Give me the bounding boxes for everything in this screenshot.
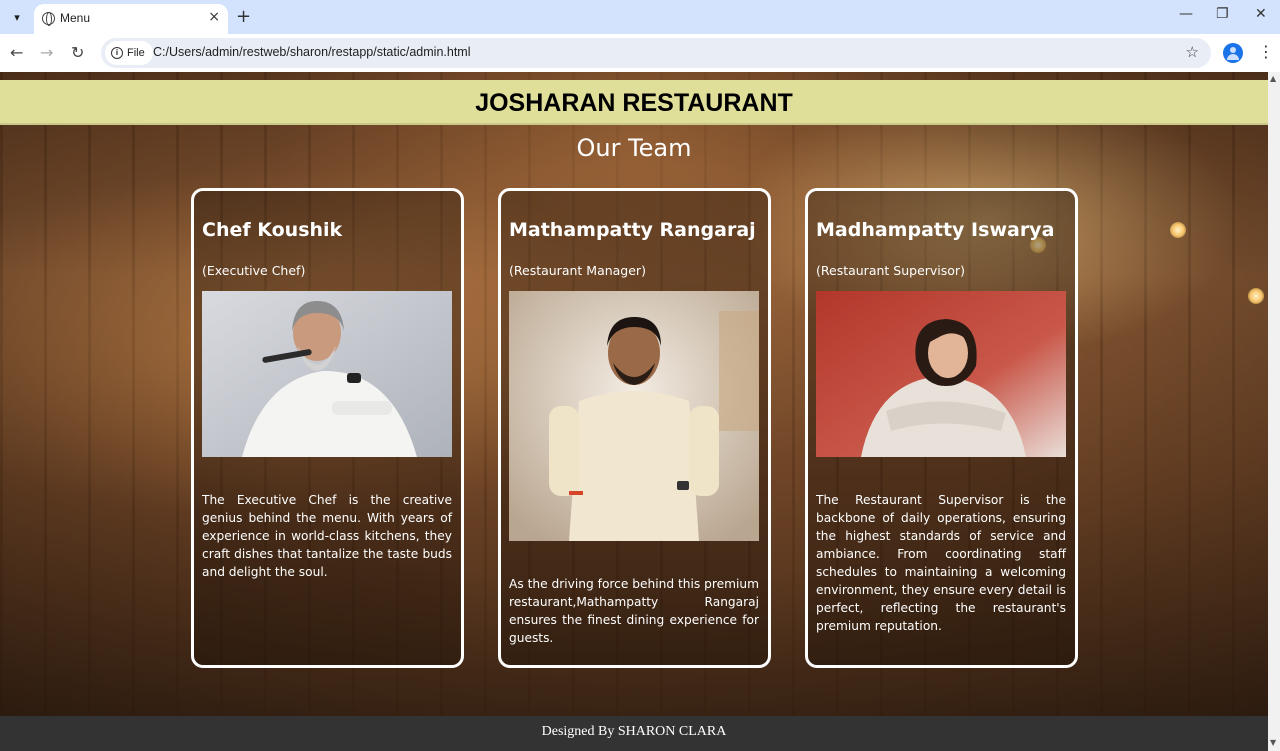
member-description: As the driving force behind this premium… (509, 577, 759, 645)
close-window-button[interactable]: ✕ (1255, 6, 1267, 22)
tab-strip: ▾ Menu × + — ❐ ✕ (0, 0, 1280, 34)
browser-toolbar: ← → ↻ i File C:/Users/admin/restweb/shar… (0, 34, 1280, 72)
restore-button[interactable]: ❐ (1216, 6, 1229, 22)
member-description: The Executive Chef is the creative geniu… (202, 493, 452, 579)
close-tab-icon[interactable]: × (208, 9, 220, 25)
reload-icon[interactable]: ↻ (71, 43, 84, 62)
member-name: Chef Koushik (202, 219, 343, 241)
member-role: (Restaurant Manager) (509, 263, 646, 278)
tab-title: Menu (60, 11, 91, 25)
team-card: Mathampatty Rangaraj (Restaurant Manager… (498, 188, 771, 668)
site-header: JOSHARAN RESTAURANT (0, 80, 1268, 125)
scroll-down-icon[interactable]: ▼ (1270, 738, 1276, 747)
member-description: The Restaurant Supervisor is the backbon… (816, 493, 1066, 633)
site-footer: Designed By SHARON CLARA (0, 716, 1268, 751)
lamp-light (1170, 222, 1186, 238)
team-card: Chef Koushik (Executive Chef) The Execut… (191, 188, 464, 668)
page-viewport: JOSHARAN RESTAURANT Our Team Chef Koushi… (0, 72, 1268, 751)
section-title: Our Team (576, 134, 692, 162)
team-card: Madhampatty Iswarya (Restaurant Supervis… (805, 188, 1078, 668)
url-text[interactable]: C:/Users/admin/restweb/sharon/restapp/st… (153, 45, 471, 59)
globe-icon (42, 12, 55, 26)
address-bar[interactable]: i File C:/Users/admin/restweb/sharon/res… (101, 38, 1211, 68)
vertical-scrollbar[interactable]: ▲ ▼ (1268, 72, 1280, 751)
footer-credit: Designed By SHARON CLARA (541, 724, 727, 739)
member-photo (509, 291, 759, 541)
member-photo (202, 291, 452, 457)
member-name: Madhampatty Iswarya (816, 219, 1055, 241)
member-role: (Restaurant Supervisor) (816, 263, 965, 278)
info-icon: i (111, 47, 123, 59)
tab-search-button[interactable]: ▾ (6, 6, 28, 28)
bookmark-star-icon[interactable]: ☆ (1186, 43, 1199, 61)
tab-menu[interactable]: Menu × (34, 4, 228, 34)
back-arrow-icon[interactable]: ← (10, 43, 23, 62)
member-role: (Executive Chef) (202, 263, 306, 278)
member-photo (816, 291, 1066, 457)
scroll-up-icon[interactable]: ▲ (1270, 74, 1276, 83)
member-name: Mathampatty Rangaraj (509, 219, 756, 241)
site-info-chip[interactable]: i File (105, 41, 153, 65)
minimize-button[interactable]: — (1179, 6, 1193, 22)
chevron-down-icon: ▾ (14, 10, 20, 24)
forward-arrow-icon[interactable]: → (40, 43, 53, 62)
site-chip-label: File (127, 47, 145, 59)
site-title: JOSHARAN RESTAURANT (475, 89, 793, 117)
lamp-light (1248, 288, 1264, 304)
new-tab-button[interactable]: + (236, 6, 251, 27)
profile-avatar-icon[interactable] (1223, 43, 1243, 63)
more-menu-icon[interactable]: ⋮ (1258, 42, 1274, 61)
